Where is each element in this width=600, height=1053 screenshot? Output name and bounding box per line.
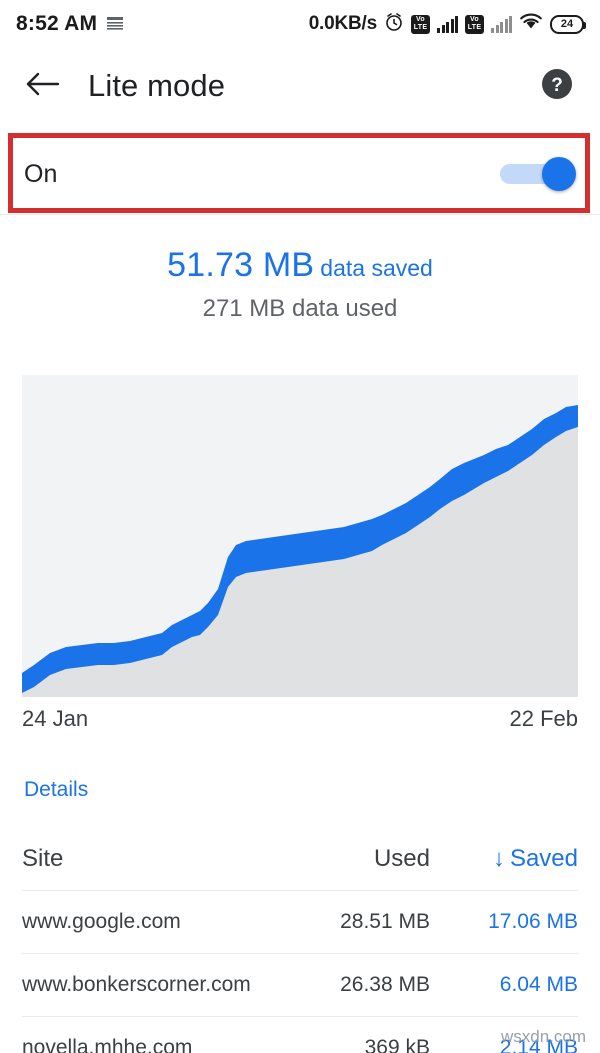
chart-end-date-label: 22 Feb <box>509 706 579 731</box>
battery-indicator: 24 <box>550 14 586 34</box>
lite-mode-switch[interactable] <box>500 157 576 191</box>
section-divider <box>0 214 600 215</box>
row-used: 369 kB <box>364 1036 430 1053</box>
chart-svg <box>22 405 578 697</box>
column-header-saved-label: Saved <box>509 845 578 872</box>
sort-descending-arrow-icon: ↓ <box>492 845 505 872</box>
back-button[interactable] <box>22 66 62 106</box>
network-speed-indicator: 0.0KB/s <box>308 13 378 34</box>
table-row[interactable]: www.bonkerscorner.com 26.38 MB 6.04 MB <box>0 954 600 1016</box>
back-arrow-icon <box>25 70 60 103</box>
watermark: wsxdn.com <box>500 1027 586 1046</box>
column-header-used[interactable]: Used <box>280 845 430 873</box>
row-site: www.google.com <box>22 910 181 933</box>
row-saved: 6.04 MB <box>499 973 578 996</box>
column-header-saved[interactable]: ↓ Saved <box>430 845 578 873</box>
row-used: 26.38 MB <box>340 973 430 996</box>
sim1-volte-icon: Vo LTE <box>411 14 430 34</box>
help-circle-icon: ? <box>540 67 574 106</box>
column-header-site[interactable]: Site <box>22 845 280 873</box>
row-used: 28.51 MB <box>340 910 430 933</box>
table-row[interactable]: www.google.com 28.51 MB 17.06 MB <box>0 891 600 953</box>
data-used-label: 271 MB data used <box>202 295 398 322</box>
volte-line2: LTE <box>413 24 428 31</box>
battery-level-text: 24 <box>560 18 574 30</box>
saved-amount: 51.73 MB <box>167 246 315 284</box>
table-header-row: Site Used ↓ Saved <box>0 828 600 890</box>
row-site: novella.mhhe.com <box>22 1036 193 1053</box>
volte-line1: Vo <box>415 16 426 23</box>
status-bar: 8:52 AM 0.0KB/s Vo LTE Vo LTE 24 <box>0 0 600 48</box>
data-savings-summary: 51.73 MB data saved 271 MB data used <box>0 246 600 323</box>
chart-start-date-label: 24 Jan <box>22 706 89 731</box>
cast-icon <box>106 16 124 32</box>
toggle-state-label: On <box>24 159 58 188</box>
sim2-signal-bars-icon <box>491 15 512 33</box>
wifi-icon <box>519 12 543 36</box>
page-title: Lite mode <box>88 68 226 103</box>
volte-line1: Vo <box>469 16 480 23</box>
lite-mode-toggle-row[interactable]: On <box>0 140 600 208</box>
switch-thumb <box>542 157 576 191</box>
svg-text:?: ? <box>551 75 563 96</box>
sim2-volte-icon: Vo LTE <box>465 14 484 34</box>
alarm-icon <box>384 12 404 37</box>
details-link[interactable]: Details <box>24 778 88 802</box>
volte-line2: LTE <box>467 24 482 31</box>
status-bar-clock: 8:52 AM <box>16 12 98 35</box>
app-bar: Lite mode ? <box>0 48 600 124</box>
status-bar-icons: 0.0KB/s Vo LTE Vo LTE 24 <box>308 12 586 37</box>
row-saved: 17.06 MB <box>488 910 578 933</box>
help-button[interactable]: ? <box>536 65 578 107</box>
saved-suffix-label: data saved <box>320 255 433 281</box>
saved-summary-line: 51.73 MB data saved <box>167 246 433 285</box>
chart-axis-labels: 24 Jan 22 Feb <box>22 706 578 732</box>
site-data-table: Site Used ↓ Saved www.google.com 28.51 MB… <box>0 828 600 1053</box>
lite-mode-screen: 8:52 AM 0.0KB/s Vo LTE Vo LTE 24 Lite mo… <box>0 0 600 1053</box>
sim1-signal-bars-icon <box>437 15 458 33</box>
row-site: www.bonkerscorner.com <box>22 973 251 996</box>
data-savings-chart <box>22 375 578 697</box>
